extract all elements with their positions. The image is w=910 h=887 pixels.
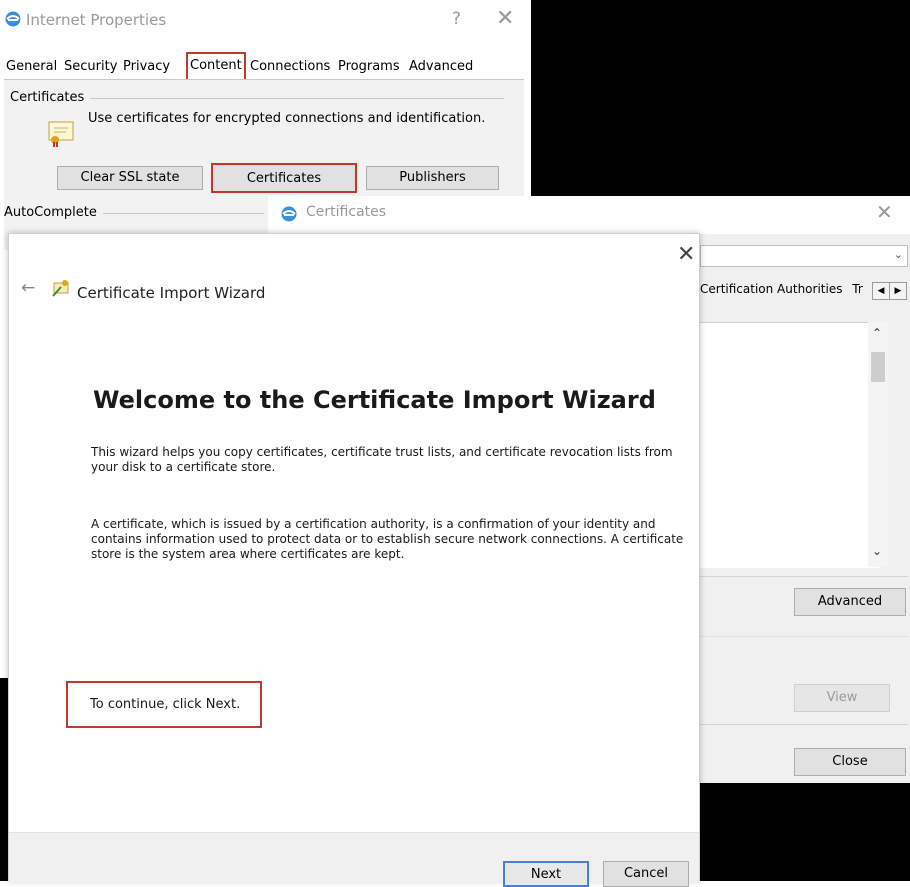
desktop-background [531,0,910,196]
continue-instruction: To continue, click Next. [90,697,241,712]
help-button[interactable]: ? [452,9,461,29]
certificate-list[interactable] [700,322,880,568]
publishers-button[interactable]: Publishers [366,166,499,190]
scroll-up-icon[interactable]: ⌃ [872,326,882,340]
wizard-certificate-explanation: A certificate, which is issued by a cert… [91,517,684,561]
desktop-background [0,678,8,881]
tab-content[interactable]: Content [186,52,246,80]
tab-certification-authorities[interactable]: Certification Authorities [700,282,842,296]
internet-properties-titlebar[interactable]: Internet Properties ? ✕ [0,0,531,44]
certificates-group-label: Certificates [10,90,91,105]
certificate-icon [48,121,74,147]
close-button[interactable]: Close [794,748,906,776]
close-icon[interactable]: ✕ [677,242,695,267]
certificates-title: Certificates [306,204,387,220]
clear-ssl-state-button[interactable]: Clear SSL state [57,166,203,190]
wizard-heading: Welcome to the Certificate Import Wizard [93,386,656,414]
wizard-title: Certificate Import Wizard [77,284,266,302]
wizard-intro-text: This wizard helps you copy certificates,… [91,445,673,474]
internet-properties-title: Internet Properties [26,11,167,29]
intended-purpose-dropdown[interactable]: ⌄ [700,245,908,267]
certificate-purposes-group [700,636,908,727]
certificates-titlebar[interactable]: Certificates ✕ [268,196,910,234]
tab-security[interactable]: Security [62,55,119,79]
divider [700,576,908,577]
wizard-footer: Next Cancel [9,832,699,887]
certificates-tabs: Certification Authorities Tr [700,282,863,304]
continue-instruction-highlight: To continue, click Next. [66,681,262,728]
close-icon[interactable]: ✕ [876,200,893,224]
certificate-wizard-icon [52,280,69,297]
desktop-background [700,783,910,881]
tab-scroll-left-icon[interactable]: ◀ [872,282,890,300]
certificate-list-scrollbar[interactable]: ⌃ ⌄ [868,322,888,567]
divider [700,724,908,725]
group-divider [94,213,264,214]
internet-explorer-icon [5,11,21,27]
scrollbar-thumb[interactable] [871,352,885,382]
certificates-button[interactable]: Certificates [211,163,357,193]
scroll-down-icon[interactable]: ⌄ [872,544,882,558]
tab-privacy[interactable]: Privacy [121,55,172,79]
tab-connections[interactable]: Connections [248,55,332,79]
chevron-down-icon: ⌄ [893,248,903,261]
internet-explorer-icon [281,206,297,222]
tab-advanced[interactable]: Advanced [407,55,475,79]
tab-scroll-right-icon[interactable]: ▶ [889,282,907,300]
view-button[interactable]: View [794,684,890,712]
autocomplete-group-label: AutoComplete [4,205,103,220]
tab-scroll-arrows: ◀ ▶ [870,282,908,300]
tab-programs[interactable]: Programs [336,55,402,79]
certificates-description: Use certificates for encrypted connectio… [88,111,486,126]
close-icon[interactable]: ✕ [496,6,514,31]
tab-general[interactable]: General [4,55,59,79]
back-arrow-icon[interactable]: ← [21,278,35,298]
group-divider [64,98,504,99]
advanced-button[interactable]: Advanced [794,588,906,616]
certificate-import-wizard: ✕ ← Certificate Import Wizard Welcome to… [8,233,700,887]
next-button[interactable]: Next [503,861,589,887]
cancel-button[interactable]: Cancel [603,861,689,887]
tab-trusted-partial[interactable]: Tr [852,282,863,296]
